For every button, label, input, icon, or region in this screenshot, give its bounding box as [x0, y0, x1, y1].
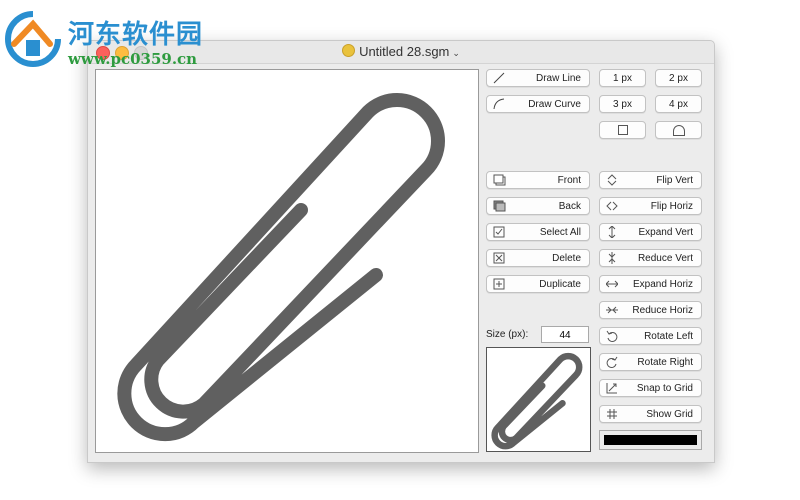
front-label: Front: [557, 175, 581, 186]
show-grid-button[interactable]: Show Grid: [599, 405, 702, 423]
duplicate-button[interactable]: Duplicate: [486, 275, 590, 293]
rotate-right-label: Rotate Right: [637, 357, 693, 368]
snap-to-grid-button[interactable]: Snap to Grid: [599, 379, 702, 397]
stroke-2px-button[interactable]: 2 px: [655, 69, 702, 87]
reduce-horiz-label: Reduce Horiz: [632, 305, 693, 316]
stroke-2px-label: 2 px: [669, 73, 688, 84]
expand-horiz-label: Expand Horiz: [632, 279, 693, 290]
drawing-canvas[interactable]: [95, 69, 479, 453]
watermark-title: 河东软件园: [68, 20, 204, 50]
expand-vert-icon: [605, 226, 619, 238]
watermark-url: www.pc0359.cn: [68, 50, 198, 68]
back-icon: [492, 200, 506, 212]
reduce-vert-button[interactable]: Reduce Vert: [599, 249, 702, 267]
select-all-button[interactable]: Select All: [486, 223, 590, 241]
document-icon: [342, 44, 356, 57]
flip-vert-label: Flip Vert: [656, 175, 693, 186]
stroke-1px-button[interactable]: 1 px: [599, 69, 646, 87]
flip-horiz-icon: [605, 200, 619, 212]
site-watermark: 河东软件园 www.pc0359.cn: [4, 8, 224, 68]
duplicate-icon: [492, 278, 506, 290]
round-cap-button[interactable]: [655, 121, 702, 139]
stroke-4px-button[interactable]: 4 px: [655, 95, 702, 113]
curve-tool-icon: [492, 98, 506, 110]
flip-horiz-label: Flip Horiz: [650, 201, 693, 212]
flip-vert-button[interactable]: Flip Vert: [599, 171, 702, 189]
color-well[interactable]: [599, 430, 702, 450]
round-cap-icon: [672, 125, 685, 136]
snap-grid-icon: [605, 382, 619, 394]
expand-vert-label: Expand Vert: [638, 227, 693, 238]
size-input[interactable]: 44: [541, 326, 589, 343]
expand-horiz-icon: [605, 278, 619, 290]
paperclip-preview: [491, 352, 583, 450]
rotate-left-icon: [605, 330, 619, 342]
site-logo-icon: [5, 11, 61, 67]
reduce-vert-icon: [605, 252, 619, 264]
window-title: Untitled 28.sgm: [359, 44, 450, 59]
stroke-3px-label: 3 px: [613, 99, 632, 110]
delete-icon: [492, 252, 506, 264]
expand-horiz-button[interactable]: Expand Horiz: [599, 275, 702, 293]
stroke-1px-label: 1 px: [613, 73, 632, 84]
select-all-icon: [492, 226, 506, 238]
send-back-button[interactable]: Back: [486, 197, 590, 215]
delete-button[interactable]: Delete: [486, 249, 590, 267]
reduce-horiz-icon: [605, 304, 619, 316]
reduce-vert-label: Reduce Vert: [637, 253, 693, 264]
color-swatch: [604, 435, 697, 445]
stroke-3px-button[interactable]: 3 px: [599, 95, 646, 113]
select-all-label: Select All: [539, 227, 581, 238]
flip-horiz-button[interactable]: Flip Horiz: [599, 197, 702, 215]
snap-to-grid-label: Snap to Grid: [636, 383, 693, 394]
square-cap-button[interactable]: [599, 121, 646, 139]
square-cap-icon: [617, 125, 628, 135]
rotate-right-icon: [605, 356, 619, 368]
chevron-down-icon: ⌄: [452, 48, 460, 58]
bring-front-button[interactable]: Front: [486, 171, 590, 189]
app-window: Untitled 28.sgm ⌄ Draw Line Draw Curve 1 …: [87, 40, 715, 463]
expand-vert-button[interactable]: Expand Vert: [599, 223, 702, 241]
delete-label: Delete: [552, 253, 581, 264]
line-tool-icon: [492, 72, 506, 84]
stroke-4px-label: 4 px: [669, 99, 688, 110]
draw-line-label: Draw Line: [535, 73, 581, 84]
draw-line-button[interactable]: Draw Line: [486, 69, 590, 87]
size-label: Size (px):: [486, 329, 529, 340]
rotate-left-button[interactable]: Rotate Left: [599, 327, 702, 345]
shape-preview: [486, 347, 591, 452]
show-grid-label: Show Grid: [646, 409, 693, 420]
reduce-horiz-button[interactable]: Reduce Horiz: [599, 301, 702, 319]
flip-vert-icon: [605, 174, 619, 186]
rotate-left-label: Rotate Left: [644, 331, 693, 342]
front-icon: [492, 174, 506, 186]
paperclip-shape[interactable]: [117, 93, 445, 442]
draw-curve-button[interactable]: Draw Curve: [486, 95, 590, 113]
back-label: Back: [558, 201, 581, 212]
duplicate-label: Duplicate: [539, 279, 581, 290]
draw-curve-label: Draw Curve: [528, 99, 581, 110]
grid-icon: [605, 408, 619, 420]
rotate-right-button[interactable]: Rotate Right: [599, 353, 702, 371]
